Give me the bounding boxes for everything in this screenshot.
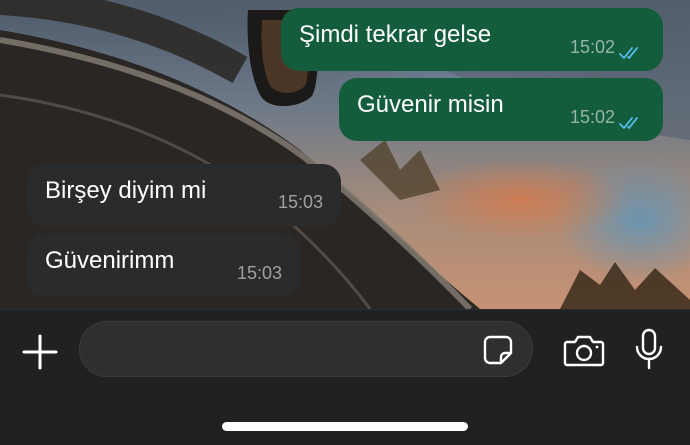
camera-icon[interactable] — [563, 333, 605, 367]
sticker-icon[interactable] — [482, 334, 514, 366]
message-time: 15:02 — [569, 107, 615, 127]
microphone-icon[interactable] — [634, 328, 664, 370]
chat-area[interactable]: Şimdi tekrar gelse 15:02 Güvenir misin 1… — [0, 0, 690, 309]
message-bubble-incoming[interactable]: Birşey diyim mi 15:03 — [27, 164, 341, 226]
message-time: 15:03 — [277, 192, 323, 212]
message-time: 15:03 — [236, 263, 282, 283]
message-bubble-outgoing[interactable]: Güvenir misin 15:02 — [339, 78, 663, 141]
message-bubble-incoming[interactable]: Güvenirimm 15:03 — [27, 234, 300, 297]
message-input[interactable] — [79, 321, 533, 377]
double-check-icon — [619, 117, 638, 129]
message-text: Güvenirimm — [45, 247, 175, 274]
message-time: 15:02 — [569, 37, 615, 57]
message-text: Şimdi tekrar gelse — [299, 21, 492, 48]
home-indicator[interactable] — [222, 422, 468, 431]
message-bubble-outgoing[interactable]: Şimdi tekrar gelse 15:02 — [281, 8, 663, 71]
message-text: Güvenir misin — [357, 91, 504, 118]
plus-icon[interactable] — [22, 334, 58, 370]
double-check-icon — [619, 47, 638, 59]
message-text: Birşey diyim mi — [45, 177, 207, 204]
